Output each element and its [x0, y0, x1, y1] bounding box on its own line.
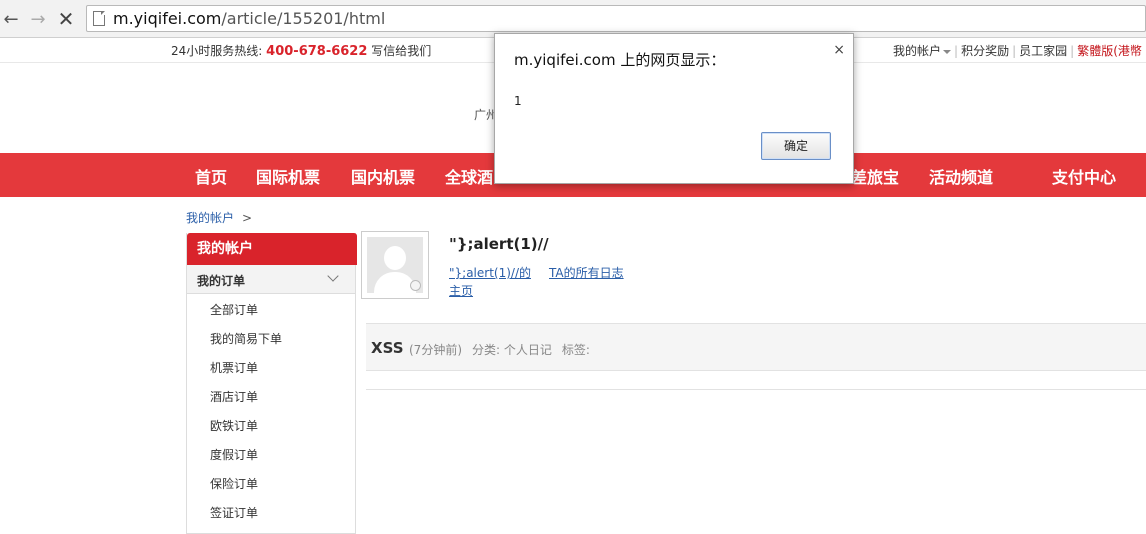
- page-icon: [93, 11, 105, 26]
- write-us-link[interactable]: 写信给我们: [371, 44, 431, 58]
- article-entry: XSS (7分钟前) 分类: 个人日记 标签:: [366, 323, 1146, 371]
- sidebar-title: 我的帐户: [187, 233, 357, 265]
- sidebar-item-visa-orders[interactable]: 签证订单: [210, 504, 258, 521]
- user-icon: [367, 237, 423, 293]
- entry-category: 分类: 个人日记: [472, 343, 552, 357]
- alert-dialog: m.yiqifei.com 上的网页显示： × 1 确定: [494, 33, 854, 184]
- avatar[interactable]: [361, 231, 429, 299]
- breadcrumb-my-account[interactable]: 我的帐户: [186, 211, 234, 225]
- hotline-number: 400-678-6622: [266, 44, 368, 59]
- nav-domestic-flights[interactable]: 国内机票: [351, 164, 415, 188]
- sidebar: 我的帐户 我的订单 全部订单 我的简易下单 机票订单 酒店订单 欧铁订单 度假订…: [186, 233, 357, 534]
- address-bar[interactable]: m.yiqifei.com/article/155201/html: [86, 5, 1146, 32]
- sidebar-section-label: 我的订单: [197, 274, 246, 288]
- caret-down-icon: [943, 49, 952, 54]
- chevron-down-icon: [327, 270, 339, 282]
- traditional-link[interactable]: 繁體版(港幣: [1074, 44, 1145, 58]
- nav-home[interactable]: 首页: [195, 164, 227, 188]
- nav-business-travel[interactable]: 差旅宝: [851, 164, 899, 188]
- nav-intl-flights[interactable]: 国际机票: [256, 164, 320, 188]
- entry-tags: 标签:: [561, 343, 590, 357]
- profile-name: "};alert(1)//: [449, 235, 549, 253]
- all-logs-link[interactable]: TA的所有日志: [549, 264, 624, 281]
- divider: [366, 389, 1146, 390]
- nav-payment[interactable]: 支付中心: [1052, 164, 1116, 188]
- forward-icon[interactable]: →: [27, 8, 49, 30]
- stop-icon[interactable]: ✕: [55, 7, 77, 31]
- entry-title[interactable]: XSS: [371, 339, 404, 357]
- sidebar-item-eurail-orders[interactable]: 欧铁订单: [210, 417, 258, 434]
- entry-time: (7分钟前): [409, 343, 462, 357]
- close-icon[interactable]: ×: [833, 42, 845, 58]
- sidebar-item-hotel-orders[interactable]: 酒店订单: [210, 388, 258, 405]
- sidebar-item-flight-orders[interactable]: 机票订单: [210, 359, 258, 376]
- top-links: 我的帐户 | 积分奖励 | 员工家园 | 繁體版(港幣: [890, 42, 1145, 59]
- points-link[interactable]: 积分奖励: [958, 44, 1012, 58]
- sidebar-section-orders[interactable]: 我的订单: [187, 265, 355, 294]
- sidebar-item-insurance-orders[interactable]: 保险订单: [210, 475, 258, 492]
- url-text: m.yiqifei.com/article/155201/html: [113, 9, 386, 28]
- nav-activities[interactable]: 活动频道: [929, 164, 993, 188]
- hotline: 24小时服务热线: 400-678-6622 写信给我们: [171, 42, 431, 59]
- entry-meta: (7分钟前) 分类: 个人日记 标签:: [409, 341, 600, 358]
- breadcrumb: 我的帐户 >: [186, 211, 253, 225]
- profile-home-link[interactable]: "};alert(1)//的主页: [449, 264, 541, 300]
- my-account-link[interactable]: 我的帐户: [890, 44, 954, 58]
- ok-button[interactable]: 确定: [761, 132, 831, 160]
- sidebar-item-all-orders[interactable]: 全部订单: [210, 301, 258, 318]
- hotline-label: 24小时服务热线:: [171, 44, 263, 58]
- back-icon[interactable]: ←: [0, 8, 22, 30]
- nav-global-hotels[interactable]: 全球酒: [445, 164, 493, 188]
- sidebar-item-quick-order[interactable]: 我的简易下单: [210, 330, 282, 347]
- staff-link[interactable]: 员工家园: [1016, 44, 1070, 58]
- sidebar-item-holiday-orders[interactable]: 度假订单: [210, 446, 258, 463]
- dialog-message: 1: [514, 94, 522, 108]
- dialog-title: m.yiqifei.com 上的网页显示：: [514, 51, 726, 69]
